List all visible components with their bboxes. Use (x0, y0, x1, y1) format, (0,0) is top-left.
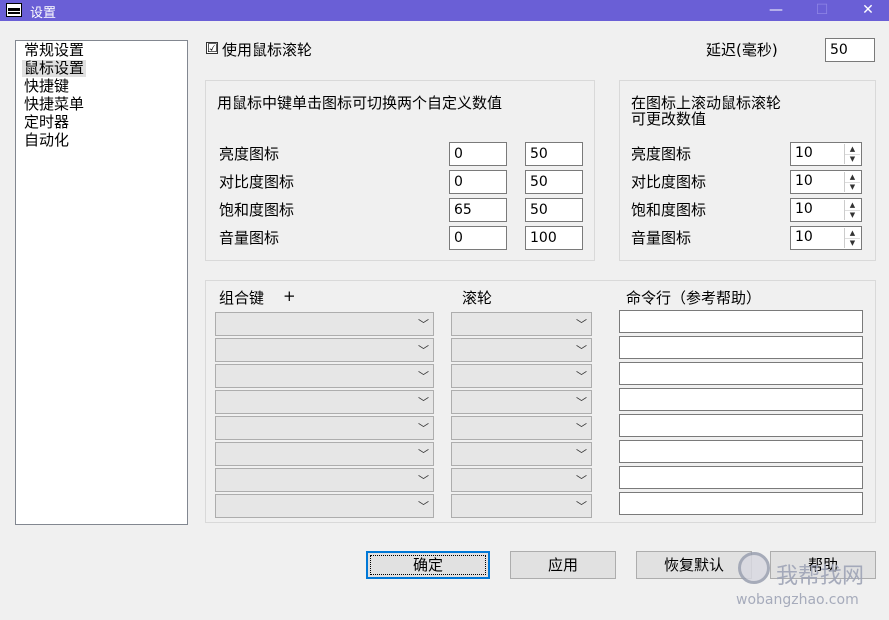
scroll-volume-spinbox[interactable]: 10 ▲ ▼ (790, 226, 862, 250)
wheel-combo[interactable]: ﹀ (451, 312, 592, 336)
chevron-down-icon: ﹀ (418, 474, 429, 487)
hotkey-combo[interactable]: ﹀ (215, 312, 434, 336)
check-icon: ☑ (207, 41, 218, 55)
middle-click-group-title: 用鼠标中键单击图标可切换两个自定义数值 (217, 94, 503, 112)
command-input[interactable] (619, 388, 863, 411)
command-input[interactable] (619, 336, 863, 359)
maximize-button[interactable]: ☐ (802, 0, 842, 21)
wheel-combo[interactable]: ﹀ (451, 338, 592, 362)
scroll-brightness-spinbox[interactable]: 10 ▲ ▼ (790, 142, 862, 166)
brightness-value2-input[interactable]: 50 (525, 142, 583, 166)
volume-label: 音量图标 (219, 229, 280, 247)
volume-value2-input[interactable]: 100 (525, 226, 583, 250)
nav-item-mouse[interactable]: 鼠标设置 (22, 60, 87, 77)
col-hotkey-header: 组合键 (219, 289, 265, 307)
col-command-header: 命令行（参考帮助） (626, 289, 762, 307)
command-input[interactable] (619, 362, 863, 385)
hotkey-combo[interactable]: ﹀ (215, 416, 434, 440)
ok-button[interactable]: 确定 (366, 551, 490, 579)
spin-value: 10 (795, 201, 813, 217)
spin-down-icon[interactable]: ▼ (845, 238, 860, 248)
scroll-contrast-label: 对比度图标 (631, 173, 707, 191)
nav-item-timer[interactable]: 定时器 (22, 114, 71, 131)
chevron-down-icon: ﹀ (418, 422, 429, 435)
volume-value1-input[interactable]: 0 (449, 226, 507, 250)
title-bar: 设置 — ☐ ✕ (0, 0, 889, 21)
chevron-down-icon: ﹀ (576, 422, 587, 435)
spin-value: 10 (795, 229, 813, 245)
chevron-down-icon: ﹀ (418, 500, 429, 513)
chevron-down-icon: ﹀ (576, 448, 587, 461)
settings-category-list[interactable]: 常规设置 鼠标设置 快捷键 快捷菜单 定时器 自动化 (15, 40, 188, 525)
delay-input[interactable]: 50 (825, 38, 875, 62)
saturation-value2-input[interactable]: 50 (525, 198, 583, 222)
app-icon (6, 3, 22, 17)
use-wheel-label[interactable]: 使用鼠标滚轮 (222, 39, 312, 60)
nav-item-general[interactable]: 常规设置 (22, 42, 86, 59)
wheel-combo[interactable]: ﹀ (451, 416, 592, 440)
scroll-saturation-label: 饱和度图标 (631, 201, 707, 219)
spin-value: 10 (795, 145, 813, 161)
contrast-label: 对比度图标 (219, 173, 295, 191)
saturation-value1-input[interactable]: 65 (449, 198, 507, 222)
hotkey-combo[interactable]: ﹀ (215, 390, 434, 414)
wheel-combo[interactable]: ﹀ (451, 390, 592, 414)
apply-button[interactable]: 应用 (510, 551, 616, 579)
hotkey-combo[interactable]: ﹀ (215, 494, 434, 518)
chevron-down-icon: ﹀ (576, 370, 587, 383)
watermark-text: 我帮找网 (776, 564, 865, 589)
brightness-value1-input[interactable]: 0 (449, 142, 507, 166)
close-button[interactable]: ✕ (848, 0, 888, 21)
window-title: 设置 (30, 6, 57, 21)
watermark-url: wobangzhao.com (736, 592, 859, 608)
wheel-combo[interactable]: ﹀ (451, 468, 592, 492)
scroll-brightness-label: 亮度图标 (631, 145, 692, 163)
chevron-down-icon: ﹀ (418, 370, 429, 383)
command-input[interactable] (619, 414, 863, 437)
chevron-down-icon: ﹀ (576, 344, 587, 357)
wheel-combo[interactable]: ﹀ (451, 442, 592, 466)
chevron-down-icon: ﹀ (418, 318, 429, 331)
magnifier-icon (738, 552, 770, 584)
wheel-combo[interactable]: ﹀ (451, 494, 592, 518)
command-input[interactable] (619, 466, 863, 489)
brightness-label: 亮度图标 (219, 145, 280, 163)
scroll-volume-label: 音量图标 (631, 229, 692, 247)
wheel-combo[interactable]: ﹀ (451, 364, 592, 388)
spin-down-icon[interactable]: ▼ (845, 154, 860, 164)
chevron-down-icon: ﹀ (418, 344, 429, 357)
command-input[interactable] (619, 492, 863, 515)
command-input[interactable] (619, 440, 863, 463)
nav-item-hotkeys[interactable]: 快捷键 (22, 78, 71, 95)
chevron-down-icon: ﹀ (418, 396, 429, 409)
hotkey-combo[interactable]: ﹀ (215, 364, 434, 388)
minimize-button[interactable]: — (756, 0, 796, 21)
restore-defaults-button[interactable]: 恢复默认 (636, 551, 752, 579)
chevron-down-icon: ﹀ (576, 474, 587, 487)
hotkey-combo[interactable]: ﹀ (215, 338, 434, 362)
nav-item-automation[interactable]: 自动化 (22, 132, 71, 149)
spin-down-icon[interactable]: ▼ (845, 182, 860, 192)
hotkey-combo[interactable]: ﹀ (215, 468, 434, 492)
spin-down-icon[interactable]: ▼ (845, 210, 860, 220)
saturation-label: 饱和度图标 (219, 201, 295, 219)
col-plus-header: + (283, 287, 296, 305)
chevron-down-icon: ﹀ (576, 396, 587, 409)
nav-item-quick-menu[interactable]: 快捷菜单 (22, 96, 86, 113)
chevron-down-icon: ﹀ (576, 500, 587, 513)
col-wheel-header: 滚轮 (462, 289, 493, 307)
hotkey-combo[interactable]: ﹀ (215, 442, 434, 466)
contrast-value2-input[interactable]: 50 (525, 170, 583, 194)
use-wheel-checkbox[interactable]: ☑ (206, 42, 218, 54)
delay-label: 延迟(毫秒) (706, 41, 778, 59)
spin-value: 10 (795, 173, 813, 189)
scroll-group-title-line2: 可更改数值 (631, 110, 707, 128)
chevron-down-icon: ﹀ (576, 318, 587, 331)
command-input[interactable] (619, 310, 863, 333)
scroll-saturation-spinbox[interactable]: 10 ▲ ▼ (790, 198, 862, 222)
chevron-down-icon: ﹀ (418, 448, 429, 461)
contrast-value1-input[interactable]: 0 (449, 170, 507, 194)
scroll-contrast-spinbox[interactable]: 10 ▲ ▼ (790, 170, 862, 194)
